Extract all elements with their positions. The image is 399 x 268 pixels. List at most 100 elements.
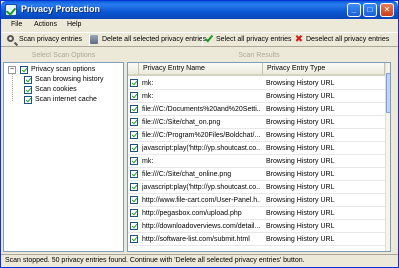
minimize-button[interactable]: _ bbox=[347, 3, 361, 17]
option-label: Scan browsing history bbox=[35, 76, 104, 83]
row-checkbox[interactable] bbox=[130, 209, 138, 217]
root-checkbox[interactable] bbox=[20, 66, 28, 74]
option-label: Scan internet cache bbox=[35, 96, 97, 103]
option-checkbox[interactable] bbox=[24, 76, 32, 84]
title-bar[interactable]: Privacy Protection _ □ ✕ bbox=[1, 1, 398, 19]
scan-button-label: Scan privacy entries bbox=[19, 36, 83, 43]
entry-type: Browsing History URL bbox=[266, 158, 335, 165]
entry-name: file:///C:/Site/chat_on.png bbox=[142, 119, 221, 126]
entry-name: javascript:play('http://yp.shoutcast.co.… bbox=[142, 145, 260, 152]
result-row[interactable]: http://downloadoverviews.com/detail... B… bbox=[128, 220, 385, 233]
collapse-icon[interactable]: − bbox=[8, 66, 16, 74]
maximize-button[interactable]: □ bbox=[363, 3, 377, 17]
row-checkbox[interactable] bbox=[130, 131, 138, 139]
scan-button[interactable]: Scan privacy entries bbox=[7, 34, 91, 46]
entry-name: mk: bbox=[142, 93, 154, 100]
select-all-label: Select all privacy entries bbox=[216, 36, 292, 43]
row-checkbox[interactable] bbox=[130, 183, 138, 191]
tree-root[interactable]: − Privacy scan options bbox=[8, 65, 123, 75]
result-row[interactable]: mk: Browsing History URL bbox=[128, 155, 385, 168]
row-checkbox[interactable] bbox=[130, 222, 138, 230]
tree-connector bbox=[12, 72, 13, 101]
status-bar: Scan stopped. 50 privacy entries found. … bbox=[1, 254, 398, 267]
toolbar-separator bbox=[202, 35, 203, 46]
entry-type: Browsing History URL bbox=[266, 106, 335, 113]
option-browsing-history[interactable]: Scan browsing history bbox=[24, 75, 123, 85]
scrollbar-thumb[interactable] bbox=[386, 73, 390, 113]
entry-type: Browsing History URL bbox=[266, 80, 335, 87]
row-checkbox[interactable] bbox=[130, 105, 138, 113]
column-header-name[interactable]: Privacy Entry Name bbox=[139, 63, 263, 76]
entry-type: Browsing History URL bbox=[266, 145, 335, 152]
toolbar: Scan privacy entries Delete all selected… bbox=[1, 32, 398, 47]
entry-type: Browsing History URL bbox=[266, 210, 335, 217]
row-checkbox[interactable] bbox=[130, 157, 138, 165]
option-cookies[interactable]: Scan cookies bbox=[24, 85, 123, 95]
deselect-all-label: Deselect all privacy entries bbox=[306, 36, 390, 43]
option-checkbox[interactable] bbox=[24, 96, 32, 104]
scan-results-header: Scan Results bbox=[238, 52, 280, 59]
option-label: Scan cookies bbox=[35, 86, 77, 93]
row-checkbox[interactable] bbox=[130, 144, 138, 152]
entry-type: Browsing History URL bbox=[266, 132, 335, 139]
entry-type: Browsing History URL bbox=[266, 93, 335, 100]
row-checkbox[interactable] bbox=[130, 235, 138, 243]
entry-name: mk: bbox=[142, 158, 154, 165]
result-row[interactable]: file:///C:/Site/chat_on.png Browsing His… bbox=[128, 116, 385, 129]
entry-type: Browsing History URL bbox=[266, 171, 335, 178]
menu-bar: File Actions Help bbox=[1, 19, 398, 32]
result-row[interactable]: file:///C:/Site/chat_online.png Browsing… bbox=[128, 168, 385, 181]
entry-type: Browsing History URL bbox=[266, 223, 335, 230]
scan-options-header: Select Scan Options bbox=[31, 52, 96, 59]
entry-name: file:///C:/Program%20Files/Boldchat/... bbox=[142, 132, 260, 139]
column-header-type[interactable]: Privacy Entry Type bbox=[263, 63, 385, 76]
entry-type: Browsing History URL bbox=[266, 197, 335, 204]
entry-name: http://downloadoverviews.com/detail... bbox=[142, 223, 260, 230]
result-row[interactable]: mk: Browsing History URL bbox=[128, 90, 385, 103]
entry-type: Browsing History URL bbox=[266, 184, 335, 191]
select-all-button[interactable]: Select all privacy entries bbox=[204, 33, 296, 46]
menu-actions[interactable]: Actions bbox=[31, 20, 60, 29]
entry-type: Browsing History URL bbox=[266, 236, 335, 243]
result-row[interactable]: http://www.file-cart.com/User-Panel.h...… bbox=[128, 194, 385, 207]
app-window: Privacy Protection _ □ ✕ File Actions He… bbox=[0, 0, 399, 268]
row-checkbox[interactable] bbox=[130, 92, 138, 100]
entry-type: Browsing History URL bbox=[266, 119, 335, 126]
window-title: Privacy Protection bbox=[21, 4, 101, 14]
menu-help[interactable]: Help bbox=[64, 20, 84, 29]
option-checkbox[interactable] bbox=[24, 86, 32, 94]
result-row[interactable]: http://software-list.com/submit.html Bro… bbox=[128, 233, 385, 246]
result-row[interactable]: javascript:play('http://yp.shoutcast.co.… bbox=[128, 142, 385, 155]
deselect-all-button[interactable]: ✖ Deselect all privacy entries bbox=[294, 34, 392, 46]
row-checkbox[interactable] bbox=[130, 196, 138, 204]
column-header-checkbox[interactable] bbox=[128, 63, 139, 76]
entry-name: javascript:play('http://yp.shoutcast.co.… bbox=[142, 184, 260, 191]
close-button[interactable]: ✕ bbox=[380, 3, 394, 17]
result-row[interactable]: http://pegasbox.com/upload.php Browsing … bbox=[128, 207, 385, 220]
entry-name: mk: bbox=[142, 80, 154, 87]
entry-name: http://www.file-cart.com/User-Panel.h... bbox=[142, 197, 260, 204]
trash-icon bbox=[90, 35, 98, 44]
entry-name: http://software-list.com/submit.html bbox=[142, 236, 250, 243]
x-icon: ✖ bbox=[294, 34, 304, 45]
delete-button-label: Delete all selected privacy entries bbox=[102, 36, 207, 43]
entry-name: http://pegasbox.com/upload.php bbox=[142, 210, 242, 217]
search-icon bbox=[7, 35, 14, 42]
result-row[interactable]: javascript:play('http://yp.shoutcast.co.… bbox=[128, 181, 385, 194]
results-list: Privacy Entry Name Privacy Entry Type mk… bbox=[127, 62, 391, 252]
menu-file[interactable]: File bbox=[8, 20, 25, 29]
tree-root-label: Privacy scan options bbox=[31, 66, 96, 73]
row-checkbox[interactable] bbox=[130, 79, 138, 87]
delete-selected-button[interactable]: Delete all selected privacy entries bbox=[90, 34, 206, 46]
row-checkbox[interactable] bbox=[130, 170, 138, 178]
check-icon bbox=[204, 33, 214, 43]
vertical-scrollbar[interactable] bbox=[385, 63, 390, 251]
entry-name: file:///C:/Documents%20and%20Setti... bbox=[142, 106, 260, 113]
row-checkbox[interactable] bbox=[130, 118, 138, 126]
option-internet-cache[interactable]: Scan internet cache bbox=[24, 95, 123, 105]
result-row[interactable]: file:///C:/Program%20Files/Boldchat/... … bbox=[128, 129, 385, 142]
result-row[interactable]: file:///C:/Documents%20and%20Setti... Br… bbox=[128, 103, 385, 116]
result-row[interactable]: mk: Browsing History URL bbox=[128, 77, 385, 90]
entry-name: file:///C:/Site/chat_online.png bbox=[142, 171, 232, 178]
app-shield-icon bbox=[5, 4, 17, 16]
